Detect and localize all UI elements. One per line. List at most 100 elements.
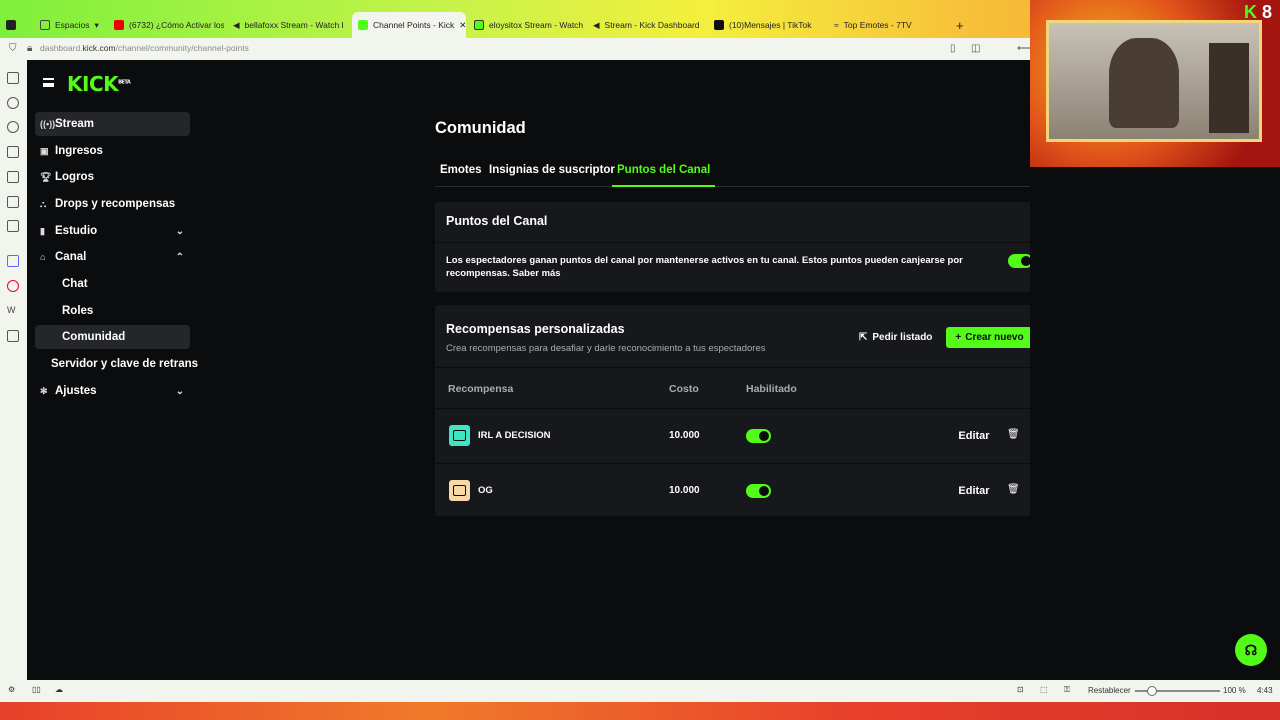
reward-enabled-toggle[interactable] [746, 484, 771, 498]
gear-icon: ✻ [40, 385, 48, 396]
notes-icon[interactable] [7, 146, 19, 158]
trophy-icon: 🏆︎ [40, 171, 52, 182]
webcam-feed [1046, 20, 1262, 142]
external-link-icon: ⇱ [859, 331, 868, 343]
page-actions-icon[interactable]: ⚿ [1064, 685, 1070, 695]
trash-icon[interactable]: 🗑︎ [1007, 484, 1020, 498]
close-tab-icon[interactable]: ✕ [459, 20, 466, 31]
settings-icon[interactable]: ⚙ [8, 685, 15, 694]
edit-button[interactable]: Editar [951, 478, 997, 504]
url-text[interactable]: dashboard.kick.com/channel/community/cha… [40, 43, 249, 53]
plus-icon: + [955, 332, 962, 343]
sidebar-item-ingresos[interactable]: ▣ Ingresos [35, 139, 190, 163]
dashboard-background [1030, 167, 1280, 680]
reward-name: IRL A DECISION [478, 430, 551, 441]
cloud-icon[interactable]: ☁ [55, 685, 63, 694]
studio-icon: ▮ [40, 225, 45, 236]
layers-icon [40, 20, 50, 30]
tab-kick-dashboard[interactable]: ◀ Stream - Kick Dashboard [593, 14, 703, 36]
reward-name: OG [478, 485, 493, 496]
channel-points-card: Puntos del Canal Los espectadores ganan … [435, 202, 1043, 292]
rewards-title: Recompensas personalizadas [446, 322, 625, 336]
chevron-down-icon: ⌄ [175, 385, 184, 397]
add-panel-icon[interactable] [7, 330, 19, 342]
card-description: Los espectadores ganan puntos del canal … [446, 255, 963, 279]
capture-icon[interactable]: ⊡ [1017, 685, 1024, 694]
headset-icon: ☊ [1244, 641, 1258, 658]
wikipedia-icon[interactable]: W [7, 305, 19, 317]
webcam-overlay: K 8 [1030, 0, 1280, 167]
custom-rewards-card: Recompensas personalizadas Crea recompen… [435, 305, 1043, 516]
bookmark-icon[interactable]: ▯ [950, 43, 956, 54]
new-tab-button[interactable]: + [956, 14, 964, 36]
tab-puntos-del-canal[interactable]: Puntos del Canal [612, 164, 716, 187]
kick-icon [358, 20, 368, 30]
chevron-up-icon: ⌃ [175, 251, 184, 263]
reward-cost: 10.000 [669, 430, 700, 441]
zoom-slider-handle[interactable] [1147, 686, 1157, 696]
reward-cost: 10.000 [669, 485, 700, 496]
sidebar-item-servidor[interactable]: Servidor y clave de retrans [35, 352, 198, 376]
sidebar-item-canal[interactable]: ⌂ Canal ⌃ [35, 245, 190, 269]
reward-icon [449, 425, 470, 446]
tab-emotes[interactable]: Emotes [435, 164, 487, 187]
tab-eloysitox[interactable]: eloysitox Stream - Watch L [474, 14, 584, 36]
vivaldi-icon[interactable] [7, 280, 19, 292]
downloads-icon[interactable] [7, 97, 19, 109]
overlay-bottom-strip [0, 702, 1280, 720]
shelf-image [1209, 43, 1249, 133]
sidebar-item-chat[interactable]: Chat [35, 272, 190, 296]
tab-7tv[interactable]: ≈ Top Emotes - 7TV [834, 14, 944, 36]
reward-icon [449, 480, 470, 501]
window-icon[interactable] [7, 196, 19, 208]
sidebar-item-stream[interactable]: ((•)) Stream [35, 112, 190, 136]
tab-channel-points[interactable]: Channel Points - Kick ✕ [352, 12, 466, 38]
vivaldi-menu-button[interactable] [6, 14, 16, 36]
request-list-button[interactable]: ⇱ Pedir listado [859, 327, 932, 347]
7tv-icon: ≈ [834, 20, 839, 30]
trash-icon[interactable]: 🗑︎ [1007, 429, 1020, 443]
tab-tiktok[interactable]: (10)Mensajes | TikTok [714, 14, 824, 36]
tab-insignias[interactable]: Insignias de suscriptor [484, 164, 620, 187]
divider [435, 242, 1043, 243]
zoom-reset-button[interactable]: Restablecer [1088, 686, 1131, 695]
panel-icon[interactable]: ▯▯ [32, 685, 41, 694]
sidebar-item-drops[interactable]: ⛬ Drops y recompensas [35, 192, 190, 216]
history-icon[interactable] [7, 121, 19, 133]
tiktok-icon [714, 20, 724, 30]
sidebar-item-logros[interactable]: 🏆︎ Logros [35, 165, 190, 189]
reader-icon[interactable] [7, 220, 19, 232]
support-chat-button[interactable]: ☊ [1235, 634, 1267, 666]
header-enabled: Habilitado [746, 383, 797, 395]
community-tabs: Emotes Insignias de suscriptor Puntos de… [435, 160, 1043, 187]
tiling-icon[interactable]: ⬚ [1040, 685, 1048, 694]
tab-youtube[interactable]: (6732) ¿Cómo Activar los P [114, 14, 224, 36]
card-title: Puntos del Canal [446, 214, 548, 228]
kick-logo[interactable]: KICKBETA [67, 72, 131, 96]
tab-bellafoxx[interactable]: ◀ bellafoxx Stream - Watch L [233, 14, 343, 36]
mastodon-icon[interactable] [7, 255, 19, 267]
shield-icon[interactable]: ⛉ [9, 43, 17, 54]
channel-icon: ⌂ [40, 252, 46, 262]
sidebar-toggle-icon[interactable]: ◫ [971, 43, 980, 54]
sidebar-item-roles[interactable]: Roles [35, 299, 190, 323]
edit-button[interactable]: Editar [951, 423, 997, 449]
zoom-level: 100 % [1223, 686, 1246, 695]
page-title: Comunidad [435, 119, 526, 137]
address-bar[interactable]: ⛉ 🔒︎ dashboard.kick.com/channel/communit… [0, 38, 1031, 60]
translate-icon[interactable] [7, 171, 19, 183]
clock: 4:43 [1257, 686, 1273, 695]
bookmarks-icon[interactable] [7, 72, 19, 84]
tab-spaces[interactable]: Espacios ▾ [40, 14, 99, 36]
rewards-subtitle: Crea recompensas para desafiar y darle r… [446, 343, 766, 354]
zoom-slider[interactable] [1135, 686, 1220, 696]
reward-enabled-toggle[interactable] [746, 429, 771, 443]
create-new-button[interactable]: + Crear nuevo [946, 327, 1033, 348]
rewards-table-header: Recompensa Costo Habilitado [435, 367, 1043, 409]
kick-icon [474, 20, 484, 30]
sidebar-item-estudio[interactable]: ▮ Estudio ⌄ [35, 219, 190, 243]
sidebar-item-ajustes[interactable]: ✻ Ajustes ⌄ [35, 379, 190, 403]
sidebar-item-comunidad[interactable]: Comunidad [35, 325, 190, 349]
streamer-image [1109, 38, 1179, 128]
menu-icon[interactable] [43, 78, 54, 87]
